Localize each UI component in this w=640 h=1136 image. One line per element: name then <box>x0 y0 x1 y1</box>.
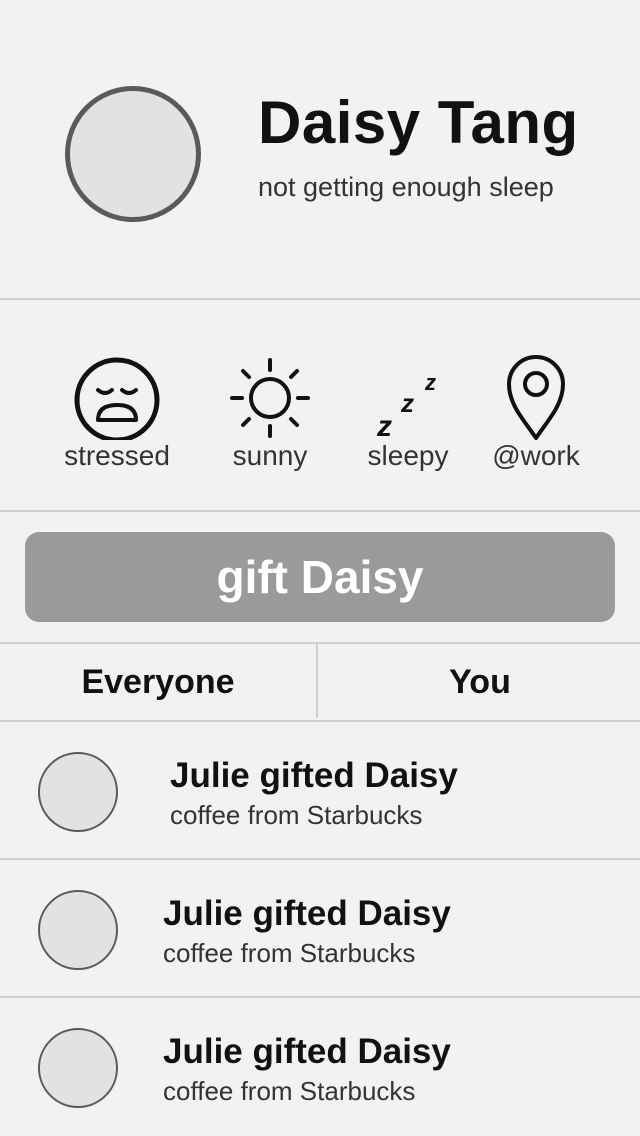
list-item[interactable]: Julie gifted Daisy coffee from Starbucks <box>0 998 640 1136</box>
avatar <box>38 890 118 970</box>
list-item-title: Julie gifted Daisy <box>163 1032 451 1071</box>
tab-everyone[interactable]: Everyone <box>0 644 318 718</box>
mood-label: stressed <box>64 440 170 471</box>
list-item-title: Julie gifted Daisy <box>170 756 458 795</box>
profile-name: Daisy Tang <box>258 89 579 156</box>
mood-label: sunny <box>232 440 308 471</box>
list-item-title: Julie gifted Daisy <box>163 894 451 933</box>
feed-tabs: Everyone You <box>0 642 640 722</box>
mood-work[interactable]: @work <box>466 350 606 472</box>
mood-sleepy[interactable]: z z z sleepy <box>338 350 478 472</box>
mood-sunny[interactable]: sunny <box>200 350 340 472</box>
gift-button[interactable]: gift Daisy <box>25 532 615 622</box>
list-item-subtitle: coffee from Starbucks <box>170 800 423 830</box>
profile-avatar[interactable] <box>65 86 201 222</box>
list-item[interactable]: Julie gifted Daisy coffee from Starbucks <box>0 860 640 998</box>
profile-header: Daisy Tang not getting enough sleep <box>0 0 640 300</box>
mood-label: @work <box>492 440 580 471</box>
mood-label: sleepy <box>367 440 449 471</box>
location-pin-icon <box>507 355 565 440</box>
stressed-face-icon <box>74 357 160 440</box>
list-item-subtitle: coffee from Starbucks <box>163 938 416 968</box>
list-item-subtitle: coffee from Starbucks <box>163 1076 416 1106</box>
avatar <box>38 752 118 832</box>
zzz-sleep-icon: z z z <box>376 370 436 440</box>
tab-you[interactable]: You <box>320 644 640 720</box>
profile-status: not getting enough sleep <box>258 172 554 202</box>
mood-bar: stressed sunny z z z sleepy @work <box>0 300 640 512</box>
mood-stressed[interactable]: stressed <box>47 350 187 472</box>
avatar <box>38 1028 118 1108</box>
gift-feed: Julie gifted Daisy coffee from Starbucks… <box>0 722 640 1136</box>
svg-text:z: z <box>424 370 436 395</box>
sun-icon <box>230 358 310 438</box>
svg-text:z: z <box>376 410 392 440</box>
svg-text:z: z <box>400 388 414 418</box>
list-item[interactable]: Julie gifted Daisy coffee from Starbucks <box>0 722 640 860</box>
